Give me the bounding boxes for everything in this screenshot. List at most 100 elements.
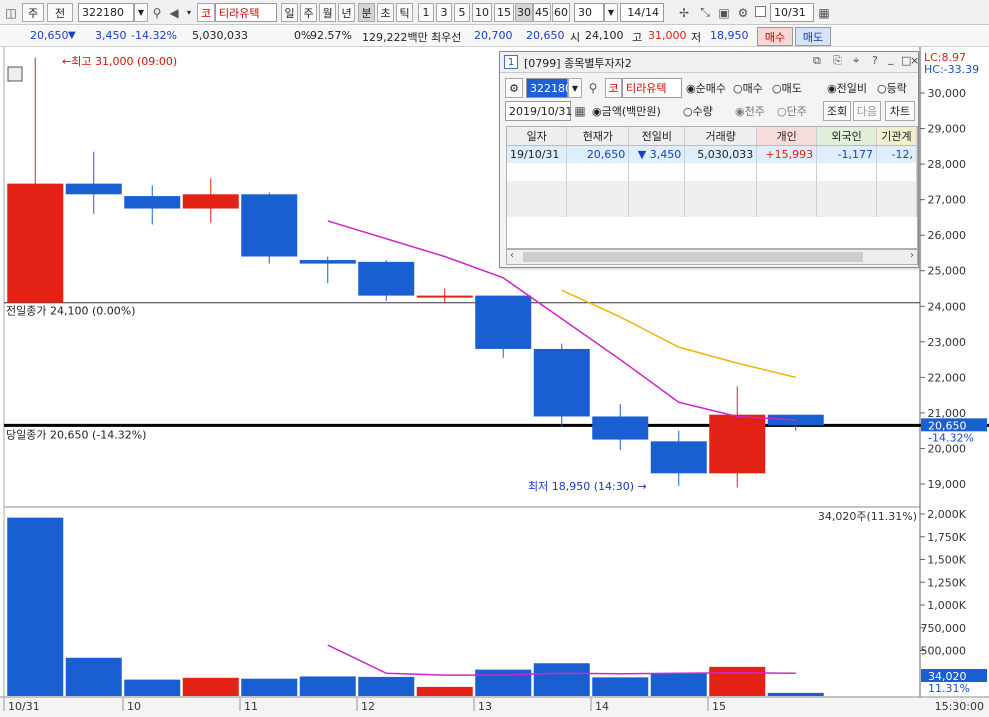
price-axis-label: 25,000 bbox=[928, 265, 967, 278]
interval-5[interactable]: 5 bbox=[454, 3, 470, 22]
next-button[interactable]: 다음 bbox=[853, 101, 881, 121]
period-month[interactable]: 월 bbox=[319, 3, 336, 22]
stock-name-field[interactable]: 티라유텍 bbox=[215, 3, 277, 22]
popup-link-icon[interactable]: ⧉ bbox=[813, 54, 821, 68]
candle-body bbox=[124, 196, 181, 209]
down-arrow-icon: ▼ bbox=[68, 30, 76, 41]
period-day[interactable]: 일 bbox=[281, 3, 298, 22]
investor-popup: 1 [0799] 종목별투자자2 ⧉ ⎘ ⌖ ? _ □ × ⚙ 322180 … bbox=[499, 51, 919, 268]
horizontal-scrollbar[interactable]: ‹ › bbox=[506, 249, 918, 265]
popup-gear-icon[interactable]: ⚙ bbox=[505, 78, 523, 98]
popup-help-icon[interactable]: ? bbox=[872, 54, 878, 67]
layout-icon[interactable]: ◫ bbox=[3, 3, 19, 22]
tool-cursor-icon[interactable]: ✢ bbox=[676, 3, 692, 22]
query-button[interactable]: 조회 bbox=[823, 101, 851, 121]
popup-copy-icon[interactable]: ⎘ bbox=[833, 54, 842, 68]
radio-thousand[interactable]: ◉ 천주 bbox=[735, 101, 765, 121]
period-week[interactable]: 주 bbox=[300, 3, 317, 22]
popup-search-icon[interactable]: ⚲ bbox=[583, 78, 603, 98]
candle-body bbox=[241, 194, 298, 257]
change-value: 3,450 bbox=[95, 29, 127, 42]
save-icon[interactable]: ▣ bbox=[716, 3, 732, 22]
radio-sell[interactable]: ○ 매도 bbox=[772, 78, 802, 98]
chart-button[interactable]: 차트 bbox=[885, 101, 915, 121]
volume-bar bbox=[592, 677, 649, 696]
radio-rate[interactable]: ○ 등락 bbox=[877, 78, 907, 98]
interval-15[interactable]: 15 bbox=[494, 3, 514, 22]
radio-amount[interactable]: ◉ 금액(백만원) bbox=[592, 101, 661, 121]
price-axis-label: 27,000 bbox=[928, 194, 967, 207]
col-individual: 개인 bbox=[756, 127, 818, 146]
volume-bar bbox=[709, 666, 766, 696]
high-annotation: ←최고 31,000 (09:00) bbox=[62, 55, 177, 68]
cell-diff-value: 3,450 bbox=[649, 147, 682, 161]
cell-individual: +15,993 bbox=[756, 145, 818, 163]
radio-quantity[interactable]: ○ 수량 bbox=[683, 101, 713, 121]
period-tick[interactable]: 틱 bbox=[396, 3, 413, 22]
period-year[interactable]: 년 bbox=[338, 3, 355, 22]
x-axis-label: 11 bbox=[244, 700, 258, 713]
scroll-right-icon[interactable]: › bbox=[910, 250, 914, 261]
count-field[interactable]: 14/14 bbox=[620, 3, 664, 22]
volume-axis-label: 500,000 bbox=[921, 645, 967, 658]
radio-prev-diff[interactable]: ◉ 전일비 bbox=[827, 78, 867, 98]
scroll-left-icon[interactable]: ‹ bbox=[510, 250, 514, 261]
radio-net-buy[interactable]: ◉ 순매수 bbox=[686, 78, 726, 98]
interval-10[interactable]: 10 bbox=[472, 3, 492, 22]
popup-badge: 1 bbox=[504, 55, 518, 69]
indicator-table-icon[interactable] bbox=[7, 66, 23, 82]
volume-bar bbox=[650, 673, 707, 696]
interval-dropdown-icon[interactable]: ▼ bbox=[604, 3, 618, 22]
period-second[interactable]: 초 bbox=[377, 3, 394, 22]
buy-button[interactable]: 매수 bbox=[757, 27, 793, 46]
interval-1[interactable]: 1 bbox=[418, 3, 434, 22]
popup-calendar-icon[interactable]: ▦ bbox=[572, 101, 588, 121]
radio-buy[interactable]: ○ 매수 bbox=[733, 78, 763, 98]
price-axis-label: 30,000 bbox=[928, 87, 967, 100]
popup-title: [0799] 종목별투자자2 bbox=[524, 57, 632, 70]
popup-stock-name[interactable]: 티라유텍 bbox=[622, 78, 682, 98]
search-icon[interactable]: ⚲ bbox=[150, 3, 164, 22]
candle-body bbox=[709, 414, 766, 474]
high-label: 고 bbox=[632, 31, 643, 44]
price-axis-label: 26,000 bbox=[928, 229, 967, 242]
popup-close-icon[interactable]: × bbox=[910, 54, 919, 67]
speaker-dropdown-icon[interactable]: ▾ bbox=[184, 3, 194, 22]
prev-button[interactable]: 전 bbox=[47, 3, 73, 22]
sell-button[interactable]: 매도 bbox=[795, 27, 831, 46]
popup-titlebar[interactable]: 1 [0799] 종목별투자자2 ⧉ ⎘ ⌖ ? _ □ × bbox=[500, 52, 919, 73]
code-dropdown-icon[interactable]: ▼ bbox=[134, 3, 148, 22]
mode-button[interactable]: 주 bbox=[22, 3, 44, 22]
price-axis-label: 23,000 bbox=[928, 336, 967, 349]
radio-thousand-label: 천주 bbox=[744, 105, 765, 118]
volume-bar bbox=[182, 677, 239, 696]
code-input[interactable]: 322180 bbox=[78, 3, 134, 22]
popup-minimize-icon[interactable]: _ bbox=[888, 52, 894, 65]
popup-code-dropdown-icon[interactable]: ▼ bbox=[568, 78, 582, 98]
calendar-icon[interactable]: ▦ bbox=[816, 3, 832, 22]
interval-select[interactable]: 30 bbox=[574, 3, 604, 22]
volume-bar bbox=[533, 663, 590, 696]
interval-3[interactable]: 3 bbox=[436, 3, 452, 22]
speaker-icon[interactable]: ◀ bbox=[166, 3, 182, 22]
table-row[interactable]: 19/10/31 20,650 ▼ 3,450 5,030,033 +15,99… bbox=[507, 145, 917, 163]
volume-bar bbox=[358, 676, 415, 696]
popup-code-input[interactable]: 322180 bbox=[526, 78, 572, 98]
table-row-empty bbox=[507, 199, 917, 217]
period-minute[interactable]: 분 bbox=[358, 3, 375, 22]
volume-annotation: 34,020주(11.31%) bbox=[818, 510, 917, 523]
interval-30[interactable]: 30 bbox=[515, 3, 533, 22]
popup-date-field[interactable]: 2019/10/31 bbox=[505, 101, 572, 121]
radio-single[interactable]: ○ 단주 bbox=[777, 101, 807, 121]
gear-icon[interactable]: ⚙ bbox=[735, 3, 751, 22]
popup-pin-icon[interactable]: ⌖ bbox=[853, 54, 859, 68]
price-axis-label: 24,000 bbox=[928, 300, 967, 313]
date-field[interactable]: 10/31 bbox=[770, 3, 814, 22]
candle-body bbox=[299, 260, 356, 264]
interval-60[interactable]: 60 bbox=[552, 3, 570, 22]
tool-draw-icon[interactable]: ⤡ bbox=[697, 3, 713, 22]
volume-pct-tag: 11.31% bbox=[928, 682, 970, 695]
scroll-thumb[interactable] bbox=[523, 252, 863, 262]
date-checkbox[interactable] bbox=[755, 6, 766, 17]
interval-45[interactable]: 45 bbox=[533, 3, 551, 22]
